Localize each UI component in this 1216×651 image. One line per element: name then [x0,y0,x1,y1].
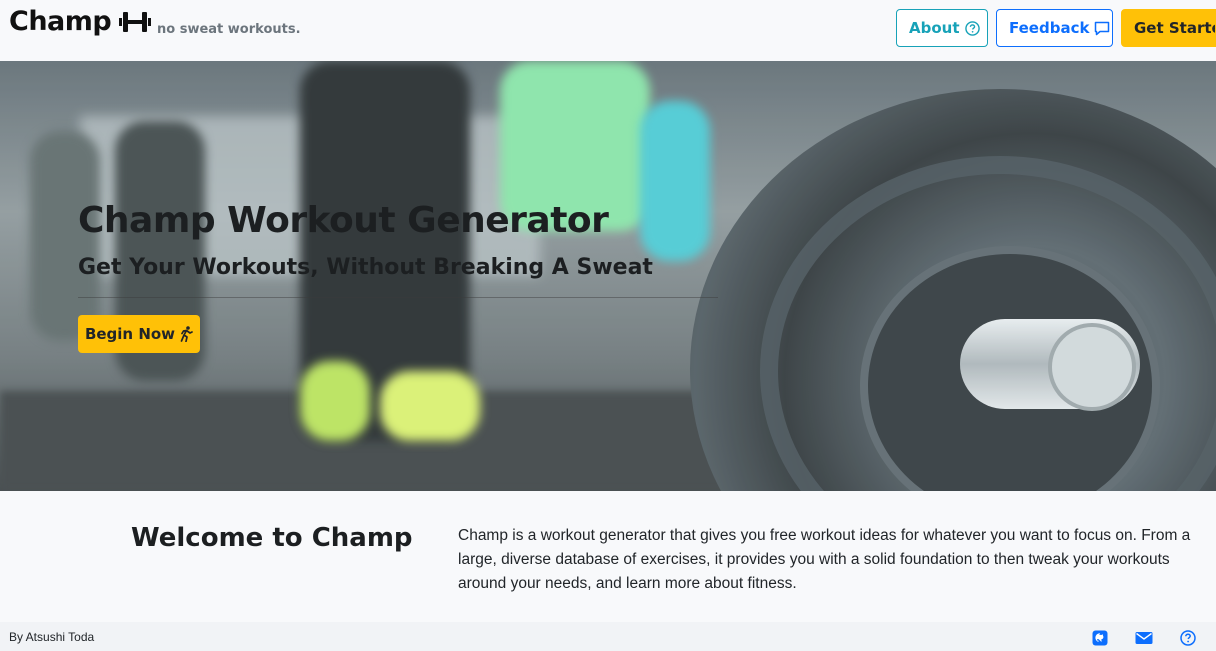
footer: By Atsushi Toda [0,622,1216,651]
get-started-label: Get Started [1134,19,1215,37]
question-circle-icon [964,20,980,36]
hero-title: Champ Workout Generator [78,200,609,241]
begin-now-label: Begin Now [84,325,176,343]
hero-subtitle: Get Your Workouts, Without Breaking A Sw… [78,255,653,280]
hero-banner: Champ Workout Generator Get Your Workout… [0,61,1216,491]
question-circle-icon[interactable] [1180,630,1196,646]
top-navbar: Champ no sweat workouts. About Feedback … [0,0,1216,61]
github-icon[interactable] [1092,630,1108,646]
brand-link[interactable]: Champ [9,6,153,37]
welcome-description: Champ is a workout generator that gives … [458,527,1191,592]
welcome-title: Welcome to Champ [131,523,413,553]
about-button[interactable]: About [896,9,988,47]
begin-now-button[interactable]: Begin Now [78,315,200,353]
hero-divider [78,297,718,298]
footer-author: By Atsushi Toda [9,630,95,644]
running-person-icon [180,326,193,342]
envelope-icon[interactable] [1135,630,1153,646]
brand-name: Champ [9,6,112,37]
feedback-button[interactable]: Feedback [996,9,1113,47]
about-label: About [909,19,960,37]
get-started-button[interactable]: Get Started [1121,9,1216,47]
tagline: no sweat workouts. [157,22,301,37]
feedback-label: Feedback [1009,19,1090,37]
dumbbell-icon [119,11,152,32]
chat-bubble-icon [1095,21,1110,35]
